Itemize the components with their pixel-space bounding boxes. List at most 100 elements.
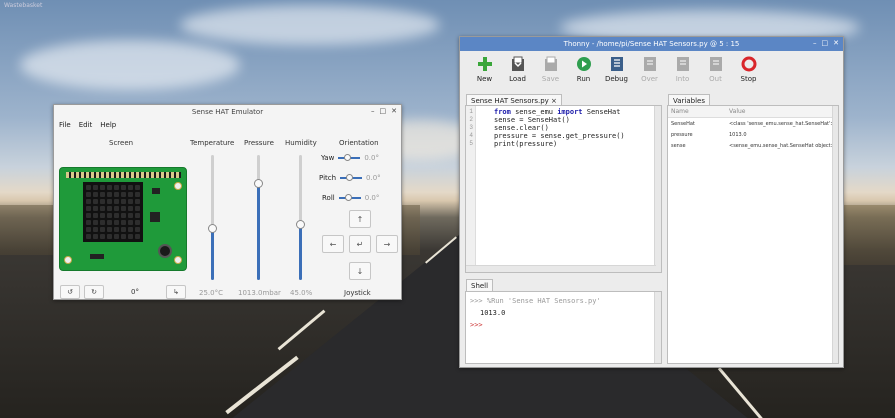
line-number: 2 bbox=[469, 116, 473, 123]
stop-button[interactable]: Stop bbox=[732, 54, 765, 93]
pitch-control[interactable]: Pitch 0.0° bbox=[319, 174, 381, 182]
led-pixel bbox=[121, 220, 126, 225]
into-button[interactable]: Into bbox=[666, 54, 699, 93]
roll-slider[interactable] bbox=[338, 194, 361, 201]
stop-icon bbox=[741, 56, 756, 72]
yaw-control[interactable]: Yaw 0.0° bbox=[321, 154, 379, 162]
led-pixel bbox=[121, 227, 126, 232]
joystick-down-button[interactable]: ↓ bbox=[349, 262, 371, 280]
load-icon bbox=[511, 56, 524, 71]
plus-icon bbox=[477, 57, 492, 71]
variable-row[interactable]: pressure 1013.0 bbox=[668, 129, 838, 140]
menu-file[interactable]: File bbox=[59, 121, 71, 129]
close-icon[interactable]: ✕ bbox=[833, 39, 839, 47]
mount-hole bbox=[64, 256, 72, 264]
name-column-header[interactable]: Name bbox=[671, 108, 729, 115]
led-pixel bbox=[114, 206, 119, 211]
humidity-label: Humidity bbox=[285, 139, 317, 147]
joystick-up-button[interactable]: ↑ bbox=[349, 210, 371, 228]
led-pixel bbox=[93, 185, 98, 190]
rotate-ccw-button[interactable]: ↺ bbox=[60, 285, 80, 299]
led-pixel bbox=[86, 192, 91, 197]
over-icon bbox=[643, 57, 656, 71]
flip-button[interactable]: ↳ bbox=[166, 285, 186, 299]
led-pixel bbox=[128, 192, 133, 197]
debug-button-label: Debug bbox=[604, 75, 629, 83]
yaw-value: 0.0° bbox=[364, 154, 379, 162]
yaw-label: Yaw bbox=[321, 154, 335, 162]
led-pixel bbox=[135, 185, 140, 190]
variables-vertical-scrollbar[interactable] bbox=[832, 106, 838, 363]
value-column-header[interactable]: Value bbox=[729, 108, 745, 115]
line-number: 5 bbox=[469, 140, 473, 147]
emulator-titlebar[interactable]: Sense HAT Emulator – □ ✕ bbox=[54, 105, 401, 119]
led-pixel bbox=[135, 213, 140, 218]
slider-knob[interactable] bbox=[296, 219, 305, 229]
slider-fill bbox=[257, 182, 260, 280]
led-pixel bbox=[135, 206, 140, 211]
close-icon[interactable]: ✕ bbox=[391, 107, 397, 115]
sense-hat-board bbox=[59, 167, 187, 271]
led-pixel bbox=[86, 185, 91, 190]
led-pixel bbox=[100, 213, 105, 218]
desktop-icon-label[interactable]: Wastebasket bbox=[4, 2, 42, 9]
pitch-slider[interactable] bbox=[340, 174, 363, 181]
maximize-icon[interactable]: □ bbox=[380, 107, 387, 115]
debug-button[interactable]: Debug bbox=[600, 54, 633, 93]
led-pixel bbox=[128, 199, 133, 204]
led-pixel bbox=[128, 213, 133, 218]
joystick-center-button[interactable]: ↵ bbox=[349, 235, 371, 253]
run-button[interactable]: Run bbox=[567, 54, 600, 93]
led-pixel bbox=[100, 220, 105, 225]
pressure-value: 1013.0mbar bbox=[238, 289, 281, 297]
load-button[interactable]: Load bbox=[501, 54, 534, 93]
over-button[interactable]: Over bbox=[633, 54, 666, 93]
roll-control[interactable]: Roll 0.0° bbox=[322, 194, 379, 202]
joystick-component bbox=[158, 244, 172, 258]
editor-horizontal-scrollbar[interactable] bbox=[466, 265, 656, 272]
line-number: 4 bbox=[469, 132, 473, 139]
shell-prompt[interactable]: >>> bbox=[470, 321, 483, 329]
maximize-icon[interactable]: □ bbox=[822, 39, 829, 47]
menu-help[interactable]: Help bbox=[100, 121, 116, 129]
out-button[interactable]: Out bbox=[699, 54, 732, 93]
menu-edit[interactable]: Edit bbox=[79, 121, 93, 129]
slider-knob[interactable] bbox=[208, 223, 217, 233]
stop-button-label: Stop bbox=[740, 75, 757, 83]
yaw-slider[interactable] bbox=[338, 154, 361, 161]
slider-knob[interactable] bbox=[254, 178, 263, 188]
led-pixel bbox=[114, 213, 119, 218]
save-button[interactable]: Save bbox=[534, 54, 567, 93]
thonny-window: Thonny - /home/pi/Sense HAT Sensors.py @… bbox=[459, 36, 844, 368]
shell-pane[interactable]: >>> %Run 'Sense HAT Sensors.py' 1013.0 >… bbox=[465, 291, 662, 364]
variable-row[interactable]: sense <sense_emu.sense_hat.SenseHat obje… bbox=[668, 140, 838, 151]
code-editor[interactable]: 1 2 3 4 5 from sense_emu import SenseHat… bbox=[465, 105, 662, 273]
joystick-right-button[interactable]: → bbox=[376, 235, 398, 253]
variable-row[interactable]: SenseHat <class 'sense_emu.sense_hat.Sen… bbox=[668, 118, 838, 129]
rotate-cw-button[interactable]: ↻ bbox=[84, 285, 104, 299]
joystick-left-button[interactable]: ← bbox=[322, 235, 344, 253]
led-pixel bbox=[86, 199, 91, 204]
humidity-value: 45.0% bbox=[290, 289, 313, 297]
minimize-icon[interactable]: – bbox=[371, 107, 375, 115]
led-pixel bbox=[107, 199, 112, 204]
led-pixel bbox=[128, 185, 133, 190]
led-pixel bbox=[121, 185, 126, 190]
led-pixel bbox=[93, 234, 98, 239]
thonny-titlebar[interactable]: Thonny - /home/pi/Sense HAT Sensors.py @… bbox=[460, 37, 843, 51]
temperature-label: Temperature bbox=[190, 139, 235, 147]
minimize-icon[interactable]: – bbox=[813, 39, 817, 47]
led-pixel bbox=[121, 234, 126, 239]
into-icon bbox=[676, 57, 689, 71]
led-pixel bbox=[128, 234, 133, 239]
led-pixel bbox=[135, 192, 140, 197]
led-pixel bbox=[86, 206, 91, 211]
led-pixel bbox=[114, 227, 119, 232]
editor-vertical-scrollbar[interactable] bbox=[654, 106, 661, 272]
new-button[interactable]: New bbox=[468, 54, 501, 93]
shell-vertical-scrollbar[interactable] bbox=[654, 292, 661, 363]
pitch-value: 0.0° bbox=[366, 174, 381, 182]
led-pixel bbox=[100, 199, 105, 204]
variable-value: 1013.0 bbox=[729, 132, 747, 138]
debug-icon bbox=[610, 57, 623, 71]
